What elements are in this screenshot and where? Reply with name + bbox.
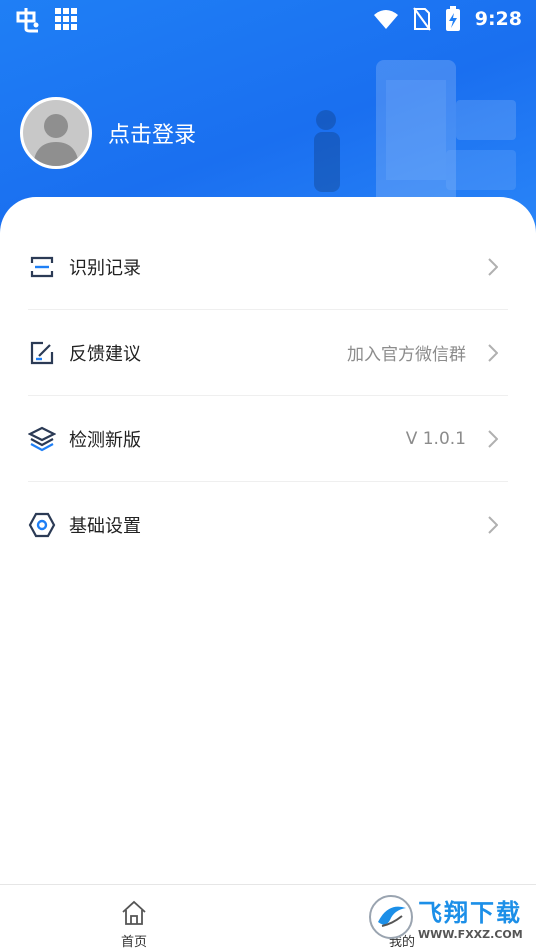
avatar[interactable]	[20, 97, 92, 169]
header-illustration	[314, 60, 516, 210]
chevron-right-icon	[488, 257, 498, 276]
menu-value: 加入官方微信群	[347, 345, 466, 365]
edit-icon	[28, 339, 56, 367]
status-bar: 9:28	[0, 0, 536, 38]
tab-home-label: 首页	[120, 935, 147, 950]
settings-hexagon-icon	[28, 511, 56, 539]
menu-label: 检测新版	[69, 429, 141, 451]
chevron-right-icon	[488, 516, 498, 534]
home-icon	[122, 900, 146, 925]
tab-home[interactable]: 首页	[84, 885, 184, 952]
menu-label: 反馈建议	[69, 343, 141, 365]
status-time: 9:28	[474, 8, 522, 30]
menu-item-history[interactable]: 识别记录	[28, 224, 508, 310]
watermark-url: WWW.FXXZ.COM	[418, 928, 523, 941]
login-profile[interactable]: 点击登录	[20, 97, 196, 169]
chevron-right-icon	[488, 343, 498, 362]
menu-label: 识别记录	[69, 257, 141, 279]
menu-label: 基础设置	[69, 516, 141, 537]
menu-item-settings[interactable]: 基础设置	[28, 482, 508, 568]
layers-icon	[28, 425, 56, 453]
watermark-title: 飞翔下载	[418, 899, 522, 927]
menu-item-update[interactable]: 检测新版 V 1.0.1	[28, 396, 508, 482]
grid-icon	[55, 8, 77, 30]
settings-menu: 识别记录 反馈建议 加入官方微信群 检测新版 V 1.0.1 基础设置	[28, 224, 508, 568]
default-avatar-icon	[23, 100, 89, 166]
watermark-logo-icon	[369, 895, 413, 939]
wifi-icon	[373, 10, 398, 29]
menu-item-feedback[interactable]: 反馈建议 加入官方微信群	[28, 310, 508, 396]
menu-value: V 1.0.1	[405, 428, 466, 449]
watermark: 飞翔下载 WWW.FXXZ.COM	[368, 888, 528, 946]
no-sim-icon	[412, 7, 431, 31]
app-logo-icon	[16, 8, 39, 33]
scan-icon	[28, 253, 56, 281]
chevron-right-icon	[488, 429, 498, 448]
login-link[interactable]: 点击登录	[108, 117, 196, 149]
battery-charging-icon	[445, 6, 460, 31]
